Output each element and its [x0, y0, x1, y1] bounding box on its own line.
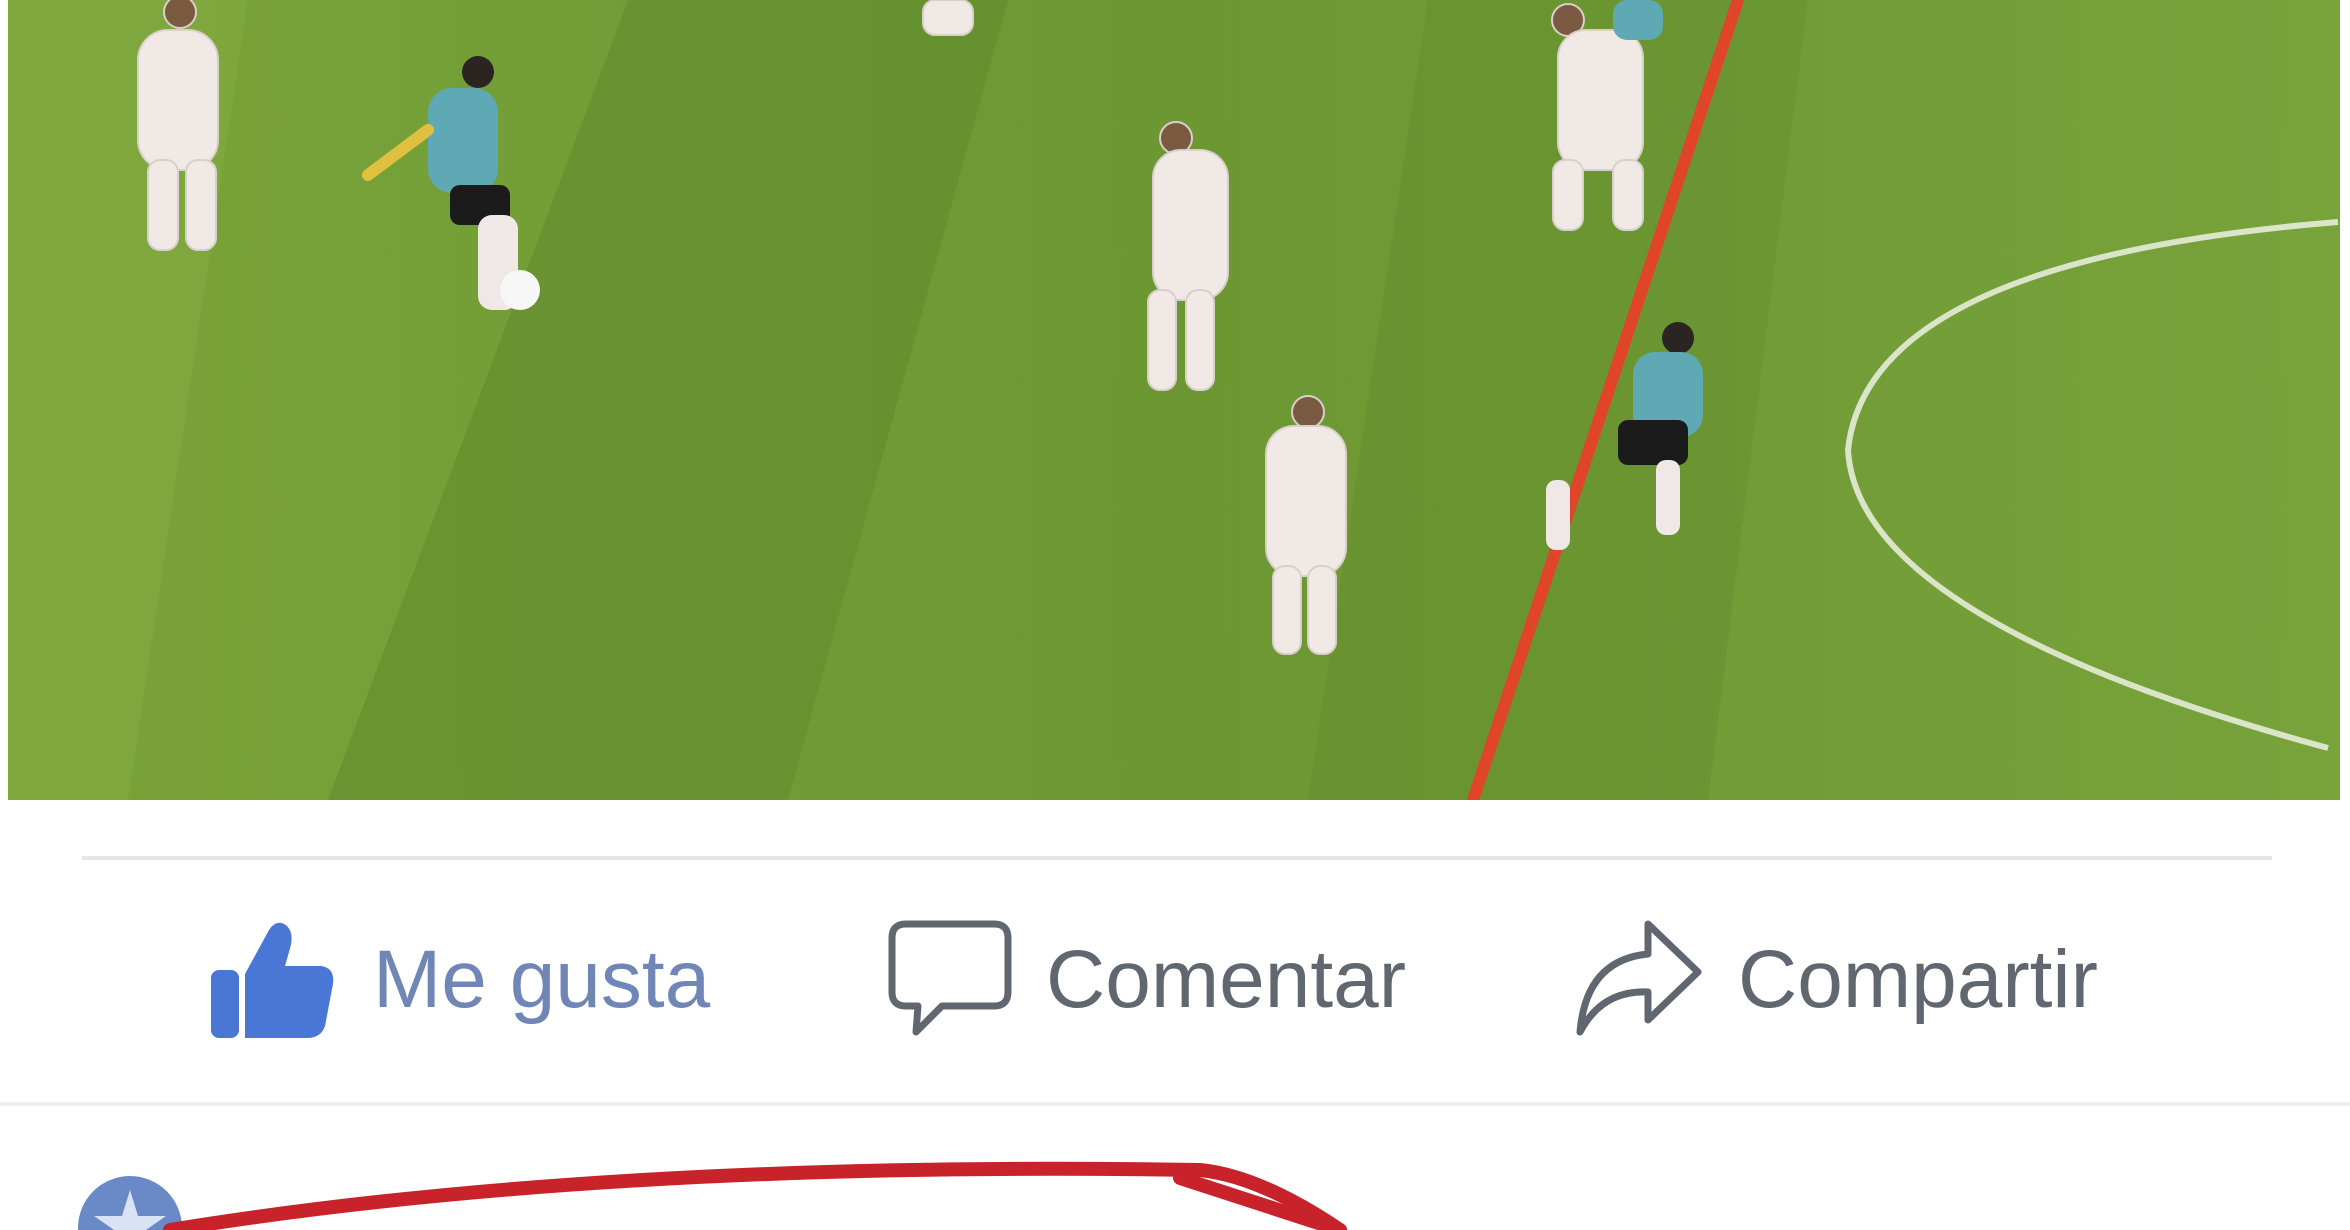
- comment-button[interactable]: Comentar: [886, 880, 1406, 1080]
- red-annotation-arrow: [163, 1161, 1347, 1230]
- player-white-1: [137, 0, 219, 251]
- like-button[interactable]: Me gusta: [205, 880, 710, 1080]
- player-white-5: [922, 0, 974, 36]
- like-label: Me gusta: [373, 934, 711, 1025]
- top-divider: [82, 856, 2272, 860]
- post-photo[interactable]: [8, 0, 2340, 800]
- comment-section: [0, 1106, 2350, 1230]
- action-bar: Me gusta Comentar Compartir: [0, 880, 2350, 1080]
- share-button[interactable]: Compartir: [1572, 880, 2098, 1080]
- player-teal-3: [1613, 0, 1663, 40]
- speech-bubble-icon: [886, 916, 1014, 1045]
- soccer-pitch-image: [8, 0, 2340, 800]
- share-arrow-icon: [1572, 916, 1704, 1045]
- share-label: Compartir: [1738, 934, 2098, 1025]
- comment-label: Comentar: [1046, 934, 1407, 1025]
- profile-star-icon: [94, 1190, 166, 1230]
- thumbs-up-icon: [205, 912, 337, 1049]
- avatar[interactable]: [78, 1176, 182, 1230]
- facebook-post: Me gusta Comentar Compartir: [0, 0, 2350, 1230]
